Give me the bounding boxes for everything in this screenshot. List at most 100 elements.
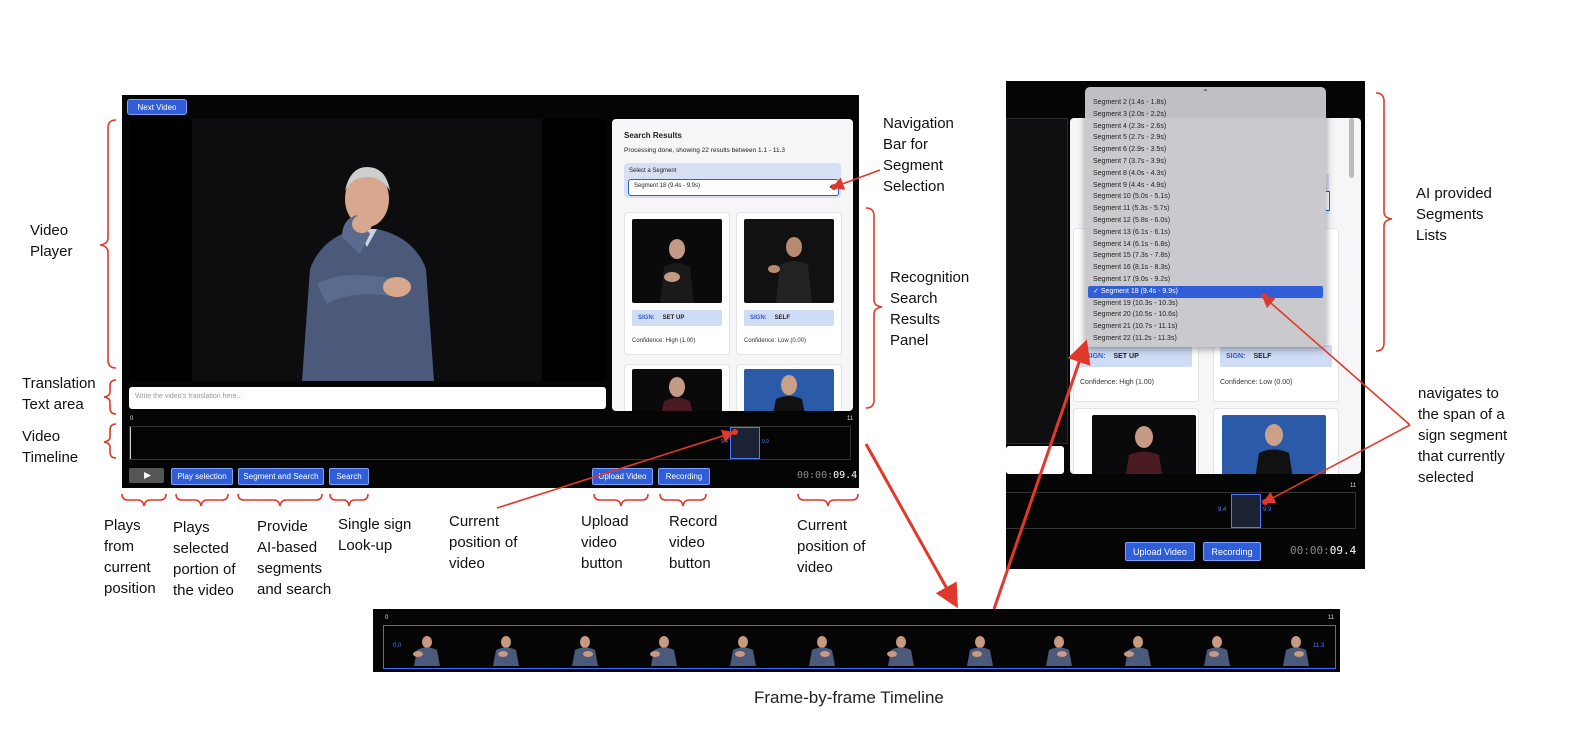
segment-dropdown-list[interactable]: ⌃ Segment 2 (1.4s - 1.8s) Segment 3 (2.0s… bbox=[1085, 87, 1326, 347]
dropdown-item[interactable]: Segment 3 (2.0s - 2.2s) bbox=[1085, 109, 1326, 121]
brace-ai-lists bbox=[1375, 92, 1393, 352]
film-frame[interactable] bbox=[1182, 632, 1252, 666]
film-frame[interactable] bbox=[471, 632, 541, 666]
play-selection-button[interactable]: Play selection bbox=[171, 468, 233, 485]
play-icon bbox=[144, 472, 151, 479]
dropdown-item[interactable]: Segment 16 (8.1s - 8.3s) bbox=[1085, 262, 1326, 274]
annotation-translation: Translation Text area bbox=[22, 375, 96, 413]
result-card-3[interactable] bbox=[1073, 408, 1199, 474]
filmstrip-start-label: 0 bbox=[385, 615, 389, 621]
dropdown-item[interactable]: Segment 8 (4.0s - 4.3s) bbox=[1085, 168, 1326, 180]
annotation-record: Record video button bbox=[669, 513, 718, 572]
dimmed-video-area bbox=[1006, 118, 1068, 444]
dropdown-item[interactable]: Segment 17 (9.0s - 9.2s) bbox=[1085, 274, 1326, 286]
segment-marker-start: 9.4 bbox=[721, 439, 728, 445]
film-frame[interactable] bbox=[708, 632, 778, 666]
annotation-current-position-1: Current position of video bbox=[449, 513, 518, 572]
annotation-timeline: Video Timeline bbox=[22, 428, 79, 466]
confidence-label: Confidence: Low (0.00) bbox=[1220, 379, 1293, 386]
dropdown-item[interactable]: Segment 12 (5.8s - 6.0s) bbox=[1085, 215, 1326, 227]
dropdown-item[interactable]: Segment 9 (4.4s - 4.9s) bbox=[1085, 180, 1326, 192]
film-frame[interactable] bbox=[550, 632, 620, 666]
search-button[interactable]: Search bbox=[329, 468, 369, 485]
next-video-button[interactable]: Next Video bbox=[127, 99, 187, 115]
segment-and-search-button[interactable]: Segment and Search bbox=[238, 468, 324, 485]
dropdown-item[interactable]: Segment 11 (5.3s - 5.7s) bbox=[1085, 203, 1326, 215]
upload-video-button[interactable]: Upload Video bbox=[592, 468, 653, 485]
film-frame[interactable] bbox=[1261, 632, 1331, 666]
dropdown-item[interactable]: Segment 20 (10.5s - 10.6s) bbox=[1085, 309, 1326, 321]
segment-select-value: Segment 18 (9.4s - 9.9s) bbox=[634, 183, 701, 189]
results-title: Search Results bbox=[624, 131, 682, 140]
dropdown-item[interactable]: Segment 10 (5.0s - 5.1s) bbox=[1085, 191, 1326, 203]
video-player[interactable] bbox=[129, 119, 606, 381]
annotation-nav-bar: Navigation Bar for Segment Selection bbox=[883, 115, 954, 195]
result-card-4[interactable] bbox=[1213, 408, 1339, 474]
segment-marker[interactable] bbox=[1231, 494, 1261, 528]
sign-label-bar: SIGN: SELF bbox=[1220, 345, 1332, 367]
annotation-plays-selected: Plays selected portion of the video bbox=[173, 519, 236, 599]
timeline-cursor[interactable] bbox=[130, 427, 131, 459]
result-card-3[interactable] bbox=[624, 364, 730, 411]
recording-button[interactable]: Recording bbox=[658, 468, 710, 485]
dropdown-item[interactable]: Segment 21 (10.7s - 11.1s) bbox=[1085, 321, 1326, 333]
result-thumbnail bbox=[744, 219, 834, 303]
annotation-ai-lists: AI provided Segments Lists bbox=[1416, 185, 1492, 244]
time-display: 00:00:09.4 bbox=[1290, 544, 1356, 557]
film-frame[interactable] bbox=[1103, 632, 1173, 666]
main-app-window: Next Video Write the video's translation… bbox=[122, 95, 859, 488]
result-card-2[interactable]: SIGN: SELF Confidence: Low (0.00) bbox=[736, 212, 842, 355]
dropdown-item[interactable]: Segment 7 (3.7s - 3.9s) bbox=[1085, 156, 1326, 168]
segment-marker-start: 9.4 bbox=[1218, 507, 1227, 513]
confidence-label: Confidence: High (1.00) bbox=[632, 338, 696, 344]
result-card-1[interactable]: SIGN: SET UP Confidence: High (1.00) bbox=[624, 212, 730, 355]
video-timeline[interactable]: 9.4 9.9 bbox=[1006, 492, 1356, 529]
brace-upload bbox=[593, 493, 649, 507]
translation-textarea[interactable]: Write the video's translation here... bbox=[129, 387, 606, 409]
filmstrip-track[interactable] bbox=[383, 625, 1336, 669]
film-frame[interactable] bbox=[1024, 632, 1094, 666]
dropdown-item[interactable]: ✓ Segment 18 (9.4s - 9.9s) bbox=[1088, 285, 1323, 298]
dropdown-item[interactable]: Segment 5 (2.7s - 2.9s) bbox=[1085, 132, 1326, 144]
panel-scrollbar[interactable] bbox=[1349, 118, 1354, 178]
dropdown-scroll-up-icon[interactable]: ⌃ bbox=[1085, 87, 1326, 97]
brace-play-selection bbox=[175, 493, 229, 507]
recording-button[interactable]: Recording bbox=[1203, 542, 1261, 561]
filmstrip-caption: Frame-by-frame Timeline bbox=[754, 688, 944, 707]
dropdown-item[interactable]: Segment 4 (2.3s - 2.6s) bbox=[1085, 121, 1326, 133]
dropdown-item[interactable]: Segment 13 (6.1s - 6.1s) bbox=[1085, 227, 1326, 239]
film-frame[interactable] bbox=[629, 632, 699, 666]
dropdown-item[interactable]: Segment 19 (10.3s - 10.3s) bbox=[1085, 298, 1326, 310]
chevron-up-icon: ▴ bbox=[829, 183, 833, 190]
upload-video-button[interactable]: Upload Video bbox=[1125, 542, 1195, 561]
segment-marker[interactable] bbox=[730, 427, 760, 459]
annotation-provide-ai: Provide AI-based segments and search bbox=[257, 518, 332, 598]
select-segment-label: Select a Segment bbox=[629, 168, 677, 174]
time-display: 00:00:09.4 bbox=[797, 470, 857, 481]
dropdown-item[interactable]: Segment 15 (7.3s - 7.8s) bbox=[1085, 250, 1326, 262]
film-frame[interactable] bbox=[392, 632, 462, 666]
dropdown-item[interactable]: Segment 2 (1.4s - 1.8s) bbox=[1085, 97, 1326, 109]
arrow-to-filmstrip bbox=[864, 443, 958, 609]
segment-select[interactable]: Segment 18 (9.4s - 9.9s) ▴ bbox=[628, 179, 839, 196]
confidence-label: Confidence: High (1.00) bbox=[1080, 379, 1154, 386]
result-thumbnail bbox=[632, 219, 722, 303]
annotation-navigates: navigates to the span of a sign segment tha… bbox=[1418, 385, 1508, 486]
video-timeline[interactable]: 9.4 9.9 bbox=[129, 426, 851, 460]
film-frame[interactable] bbox=[945, 632, 1015, 666]
film-frame[interactable] bbox=[866, 632, 936, 666]
result-card-4[interactable] bbox=[736, 364, 842, 411]
dropdown-item[interactable]: Segment 6 (2.9s - 3.5s) bbox=[1085, 144, 1326, 156]
result-thumbnail bbox=[1222, 415, 1326, 474]
dropdown-items: Segment 2 (1.4s - 1.8s) Segment 3 (2.0s -… bbox=[1085, 97, 1326, 345]
dropdown-item[interactable]: Segment 14 (6.1s - 6.8s) bbox=[1085, 239, 1326, 251]
time-value: 09.4 bbox=[1329, 544, 1357, 557]
dropdown-item[interactable]: Segment 22 (11.2s - 11.3s) bbox=[1085, 333, 1326, 345]
dropdown-detail-window: SIGN: SET UP Confidence: High (1.00) SIGN… bbox=[1006, 81, 1365, 569]
film-frame[interactable] bbox=[787, 632, 857, 666]
play-button[interactable] bbox=[129, 468, 164, 483]
annotation-upload: Upload video button bbox=[581, 513, 629, 572]
brace-search bbox=[329, 493, 369, 507]
annotation-single-sign: Single sign Look-up bbox=[338, 516, 412, 554]
result-thumbnail bbox=[1092, 415, 1196, 474]
